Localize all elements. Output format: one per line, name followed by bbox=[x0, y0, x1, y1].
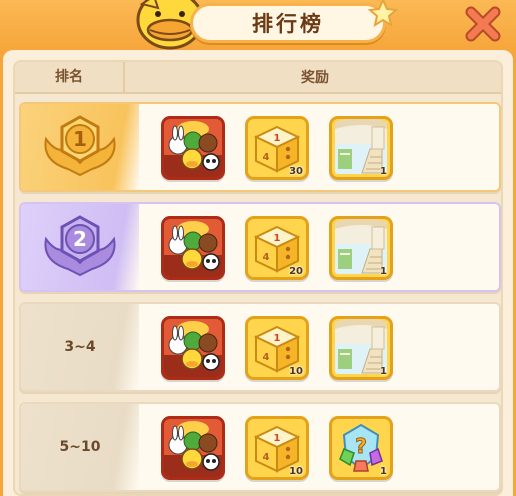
reward-quantity: 30 bbox=[289, 166, 303, 177]
ranking-table: 排名 奖励 1 1 4 30 1 2 1 4 20 1 3~4 1 4 10 1 5~10 1 4 10? 1 bbox=[13, 60, 503, 496]
reward-quantity: 20 bbox=[289, 266, 303, 277]
reward-item[interactable] bbox=[161, 116, 225, 180]
rank-label: 5~10 bbox=[59, 439, 101, 455]
table-row: 3~4 1 4 10 1 bbox=[19, 302, 501, 392]
reward-quantity: 1 bbox=[380, 466, 387, 477]
reward-item[interactable] bbox=[161, 216, 225, 280]
ranking-panel: 排名 奖励 1 1 4 30 1 2 1 4 20 1 3~4 1 4 10 1 5~10 1 4 10? 1 bbox=[3, 50, 513, 496]
reward-item[interactable] bbox=[161, 316, 225, 380]
svg-text:1: 1 bbox=[274, 233, 281, 244]
svg-text:2: 2 bbox=[73, 227, 87, 251]
reward-item[interactable]: 1 4 10 bbox=[245, 416, 309, 480]
rank-cell: 1 bbox=[21, 104, 139, 190]
reward-item[interactable]: 1 4 20 bbox=[245, 216, 309, 280]
gold-medal-icon: 1 bbox=[38, 109, 122, 185]
close-icon bbox=[465, 6, 501, 42]
close-button[interactable] bbox=[462, 5, 504, 43]
reward-quantity: 1 bbox=[380, 166, 387, 177]
svg-text:4: 4 bbox=[263, 152, 270, 163]
reward-quantity: 10 bbox=[289, 466, 303, 477]
page-title: 排行榜 bbox=[252, 12, 324, 36]
reward-list: 1 4 10? 1 bbox=[161, 416, 393, 480]
svg-text:1: 1 bbox=[73, 127, 87, 151]
reward-quantity: 1 bbox=[380, 366, 387, 377]
purple-medal-icon: 2 bbox=[38, 209, 122, 285]
svg-text:1: 1 bbox=[274, 433, 281, 444]
column-header-reward: 奖励 bbox=[301, 70, 329, 86]
svg-text:4: 4 bbox=[263, 252, 270, 263]
reward-item[interactable]: 1 4 10 bbox=[245, 316, 309, 380]
rank-cell: 3~4 bbox=[21, 304, 139, 390]
svg-text:4: 4 bbox=[263, 352, 270, 363]
reward-item[interactable] bbox=[161, 416, 225, 480]
column-header-rank: 排名 bbox=[15, 62, 125, 93]
table-row: 1 1 4 30 1 bbox=[19, 102, 501, 192]
rank-cell: 2 bbox=[21, 204, 139, 290]
star-icon bbox=[368, 0, 398, 28]
title-plate: 排行榜 bbox=[190, 3, 386, 43]
table-row: 2 1 4 20 1 bbox=[19, 202, 501, 292]
reward-item[interactable]: 1 bbox=[329, 116, 393, 180]
reward-item[interactable]: 1 4 30 bbox=[245, 116, 309, 180]
reward-list: 1 4 20 1 bbox=[161, 216, 393, 280]
reward-quantity: 1 bbox=[380, 266, 387, 277]
reward-list: 1 4 30 1 bbox=[161, 116, 393, 180]
reward-quantity: 10 bbox=[289, 366, 303, 377]
reward-item[interactable]: 1 bbox=[329, 316, 393, 380]
svg-text:?: ? bbox=[355, 434, 367, 458]
svg-text:1: 1 bbox=[274, 133, 281, 144]
rank-label: 3~4 bbox=[64, 339, 96, 355]
svg-text:4: 4 bbox=[263, 452, 270, 463]
table-header: 排名 奖励 bbox=[15, 62, 501, 94]
reward-list: 1 4 10 1 bbox=[161, 316, 393, 380]
table-row: 5~10 1 4 10? 1 bbox=[19, 402, 501, 492]
rank-cell: 5~10 bbox=[21, 404, 139, 490]
reward-item[interactable]: ? 1 bbox=[329, 416, 393, 480]
reward-item[interactable]: 1 bbox=[329, 216, 393, 280]
svg-text:1: 1 bbox=[274, 333, 281, 344]
